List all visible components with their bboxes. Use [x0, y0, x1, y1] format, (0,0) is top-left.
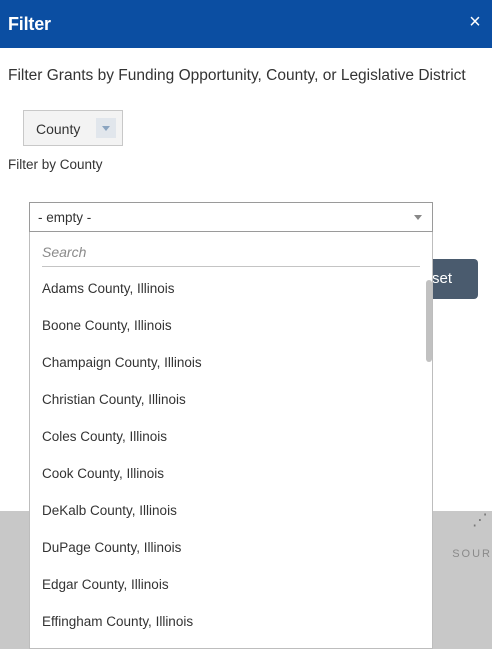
county-combobox-value: - empty - — [38, 210, 92, 225]
close-icon[interactable]: × — [466, 12, 484, 32]
list-item[interactable]: Champaign County, Illinois — [30, 344, 424, 381]
dropdown-scrollbar[interactable] — [426, 280, 432, 362]
list-item[interactable]: Edgar County, Illinois — [30, 566, 424, 603]
county-dropdown-list[interactable]: Search Adams County, Illinois Boone Coun… — [29, 232, 433, 649]
list-item[interactable]: Adams County, Illinois — [30, 270, 424, 307]
caret-down-icon[interactable] — [414, 215, 422, 220]
filter-description: Filter Grants by Funding Opportunity, Co… — [8, 67, 466, 84]
list-item[interactable]: DeKalb County, Illinois — [30, 492, 424, 529]
map-attribution-text: SOUR — [452, 548, 492, 560]
filter-panel-header: Filter × — [0, 0, 492, 48]
list-item[interactable]: Coles County, Illinois — [30, 418, 424, 455]
filter-mode-select[interactable]: County — [23, 110, 123, 146]
map-logo-icon: ⋰ — [472, 512, 488, 529]
list-item[interactable]: Boone County, Illinois — [30, 307, 424, 344]
county-options: Adams County, Illinois Boone County, Ill… — [30, 270, 424, 640]
filter-by-county-label: Filter by County — [8, 157, 103, 172]
filter-mode-value: County — [36, 121, 81, 137]
chevron-down-icon[interactable] — [96, 118, 116, 138]
list-item[interactable]: Cook County, Illinois — [30, 455, 424, 492]
search-input[interactable]: Search — [42, 242, 420, 267]
list-item[interactable]: Christian County, Illinois — [30, 381, 424, 418]
list-item[interactable]: Effingham County, Illinois — [30, 603, 424, 640]
county-combobox[interactable]: - empty - — [29, 202, 433, 232]
panel-title: Filter — [8, 14, 51, 34]
list-item[interactable]: DuPage County, Illinois — [30, 529, 424, 566]
